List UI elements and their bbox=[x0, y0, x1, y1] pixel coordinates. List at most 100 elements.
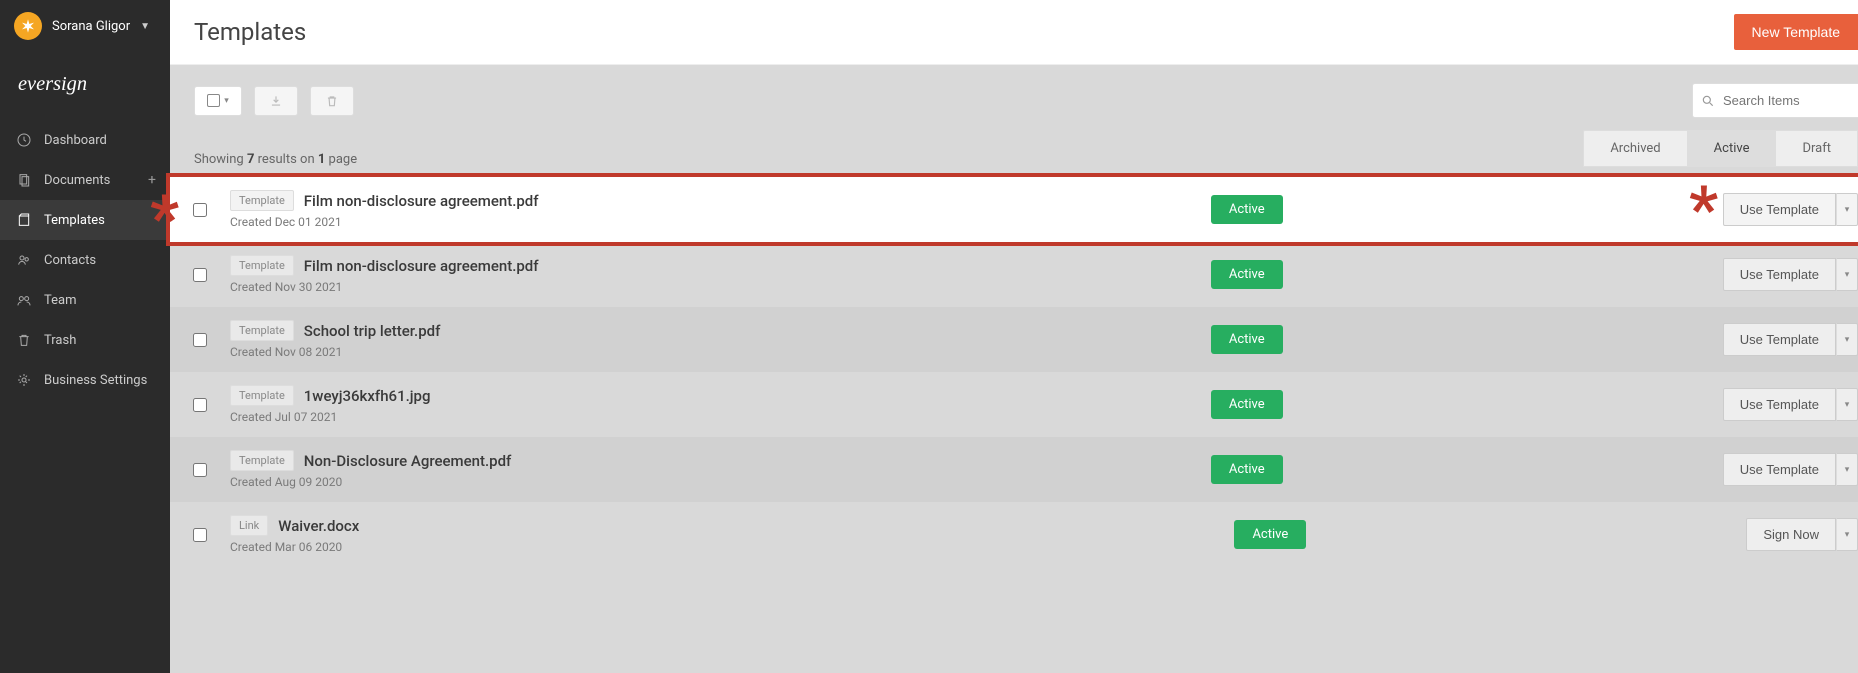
nav-label: Templates bbox=[44, 213, 105, 228]
row-checkbox[interactable] bbox=[193, 268, 207, 282]
sign-now-button[interactable]: Sign Now bbox=[1746, 518, 1836, 551]
type-badge: Template bbox=[230, 255, 294, 276]
delete-button[interactable] bbox=[310, 86, 354, 116]
nav-contacts[interactable]: Contacts bbox=[0, 240, 170, 280]
tab-archived[interactable]: Archived bbox=[1583, 130, 1687, 167]
brand-logo: eversign bbox=[0, 52, 170, 120]
nav-label: Documents bbox=[44, 173, 110, 188]
row-checkbox[interactable] bbox=[193, 333, 207, 347]
row-checkbox[interactable] bbox=[193, 463, 207, 477]
template-name[interactable]: Non-Disclosure Agreement.pdf bbox=[304, 452, 512, 470]
type-badge: Template bbox=[230, 385, 294, 406]
use-template-button[interactable]: Use Template bbox=[1723, 388, 1836, 421]
nav-label: Trash bbox=[44, 333, 76, 348]
template-name[interactable]: School trip letter.pdf bbox=[304, 322, 441, 340]
status-badge: Active bbox=[1211, 195, 1283, 224]
template-row[interactable]: Template Film non-disclosure agreement.pd… bbox=[170, 242, 1858, 307]
nav: Dashboard Documents + Templates Contacts… bbox=[0, 120, 170, 400]
documents-icon bbox=[16, 172, 32, 188]
row-actions-dropdown[interactable]: ▾ bbox=[1836, 388, 1858, 421]
sidebar: Sorana Gligor ▼ eversign Dashboard Docum… bbox=[0, 0, 170, 673]
template-name[interactable]: Waiver.docx bbox=[278, 517, 359, 535]
row-actions-dropdown[interactable]: ▾ bbox=[1836, 193, 1858, 226]
row-checkbox-wrap bbox=[170, 398, 230, 412]
nav-settings[interactable]: Business Settings bbox=[0, 360, 170, 400]
nav-documents[interactable]: Documents + bbox=[0, 160, 170, 200]
gear-icon bbox=[16, 372, 32, 388]
row-checkbox-wrap bbox=[170, 463, 230, 477]
row-checkbox[interactable] bbox=[193, 203, 207, 217]
nav-label: Business Settings bbox=[44, 373, 147, 388]
row-checkbox-wrap bbox=[170, 528, 230, 542]
chevron-down-icon: ▼ bbox=[140, 21, 150, 32]
nav-templates[interactable]: Templates bbox=[0, 200, 170, 240]
template-list: Template Film non-disclosure agreement.pd… bbox=[170, 177, 1858, 567]
template-row[interactable]: Template Non-Disclosure Agreement.pdf Crea… bbox=[170, 437, 1858, 502]
main: Templates New Template ▾ bbox=[170, 0, 1858, 673]
nav-label: Dashboard bbox=[44, 133, 107, 148]
avatar bbox=[14, 12, 42, 40]
download-icon bbox=[269, 94, 283, 108]
use-template-button[interactable]: Use Template bbox=[1723, 193, 1836, 226]
contacts-icon bbox=[16, 252, 32, 268]
created-date: Created Jul 07 2021 bbox=[230, 410, 1211, 424]
row-checkbox[interactable] bbox=[193, 528, 207, 542]
template-name[interactable]: Film non-disclosure agreement.pdf bbox=[304, 192, 539, 210]
use-template-button[interactable]: Use Template bbox=[1723, 323, 1836, 356]
page-header: Templates New Template bbox=[170, 0, 1858, 65]
trash-icon bbox=[16, 332, 32, 348]
search-icon bbox=[1701, 94, 1715, 108]
user-name: Sorana Gligor bbox=[52, 19, 130, 34]
row-actions-dropdown[interactable]: ▾ bbox=[1836, 453, 1858, 486]
nav-label: Contacts bbox=[44, 253, 96, 268]
nav-dashboard[interactable]: Dashboard bbox=[0, 120, 170, 160]
row-actions-dropdown[interactable]: ▾ bbox=[1836, 258, 1858, 291]
select-all-button[interactable]: ▾ bbox=[194, 86, 242, 116]
template-row[interactable]: Template School trip letter.pdf Created No… bbox=[170, 307, 1858, 372]
row-actions-dropdown[interactable]: ▾ bbox=[1836, 323, 1858, 356]
annotation-asterisk-row: * bbox=[1689, 190, 1718, 228]
search-box[interactable] bbox=[1692, 83, 1858, 118]
row-actions-dropdown[interactable]: ▾ bbox=[1836, 518, 1858, 551]
use-template-button[interactable]: Use Template bbox=[1723, 453, 1836, 486]
templates-icon bbox=[16, 212, 32, 228]
nav-label: Team bbox=[44, 293, 77, 308]
created-date: Created Mar 06 2020 bbox=[230, 540, 1234, 554]
created-date: Created Dec 01 2021 bbox=[230, 215, 1211, 229]
search-input[interactable] bbox=[1723, 84, 1843, 117]
template-name[interactable]: Film non-disclosure agreement.pdf bbox=[304, 257, 539, 275]
tab-active[interactable]: Active bbox=[1687, 130, 1777, 167]
tab-draft[interactable]: Draft bbox=[1775, 130, 1858, 167]
row-checkbox[interactable] bbox=[193, 398, 207, 412]
new-template-button[interactable]: New Template bbox=[1734, 14, 1858, 50]
status-badge: Active bbox=[1234, 520, 1306, 549]
type-badge: Link bbox=[230, 515, 268, 536]
type-badge: Template bbox=[230, 190, 294, 211]
template-row[interactable]: Template 1weyj36kxfh61.jpg Created Jul 07 … bbox=[170, 372, 1858, 437]
team-icon bbox=[16, 292, 32, 308]
created-date: Created Aug 09 2020 bbox=[230, 475, 1211, 489]
template-row[interactable]: Template Film non-disclosure agreement.pd… bbox=[170, 177, 1858, 242]
list-meta: Showing 7 results on 1 page Archived Act… bbox=[170, 130, 1858, 177]
nav-team[interactable]: Team bbox=[0, 280, 170, 320]
created-date: Created Nov 08 2021 bbox=[230, 345, 1211, 359]
user-menu[interactable]: Sorana Gligor ▼ bbox=[0, 0, 170, 52]
download-button[interactable] bbox=[254, 86, 298, 116]
filter-tabs: Archived Active Draft bbox=[1584, 130, 1858, 167]
status-badge: Active bbox=[1211, 455, 1283, 484]
template-row[interactable]: Link Waiver.docx Created Mar 06 2020Active… bbox=[170, 502, 1858, 567]
status-badge: Active bbox=[1211, 260, 1283, 289]
use-template-button[interactable]: Use Template bbox=[1723, 258, 1836, 291]
svg-text:eversign: eversign bbox=[18, 73, 87, 95]
template-name[interactable]: 1weyj36kxfh61.jpg bbox=[304, 387, 431, 405]
toolbar: ▾ bbox=[170, 65, 1858, 130]
created-date: Created Nov 30 2021 bbox=[230, 280, 1211, 294]
type-badge: Template bbox=[230, 320, 294, 341]
annotation-asterisk-sidebar: * bbox=[150, 200, 179, 238]
status-badge: Active bbox=[1211, 390, 1283, 419]
status-badge: Active bbox=[1211, 325, 1283, 354]
row-checkbox-wrap bbox=[170, 268, 230, 282]
nav-trash[interactable]: Trash bbox=[0, 320, 170, 360]
content-area: ▾ Showing 7 results on 1 page bbox=[170, 65, 1858, 673]
type-badge: Template bbox=[230, 450, 294, 471]
